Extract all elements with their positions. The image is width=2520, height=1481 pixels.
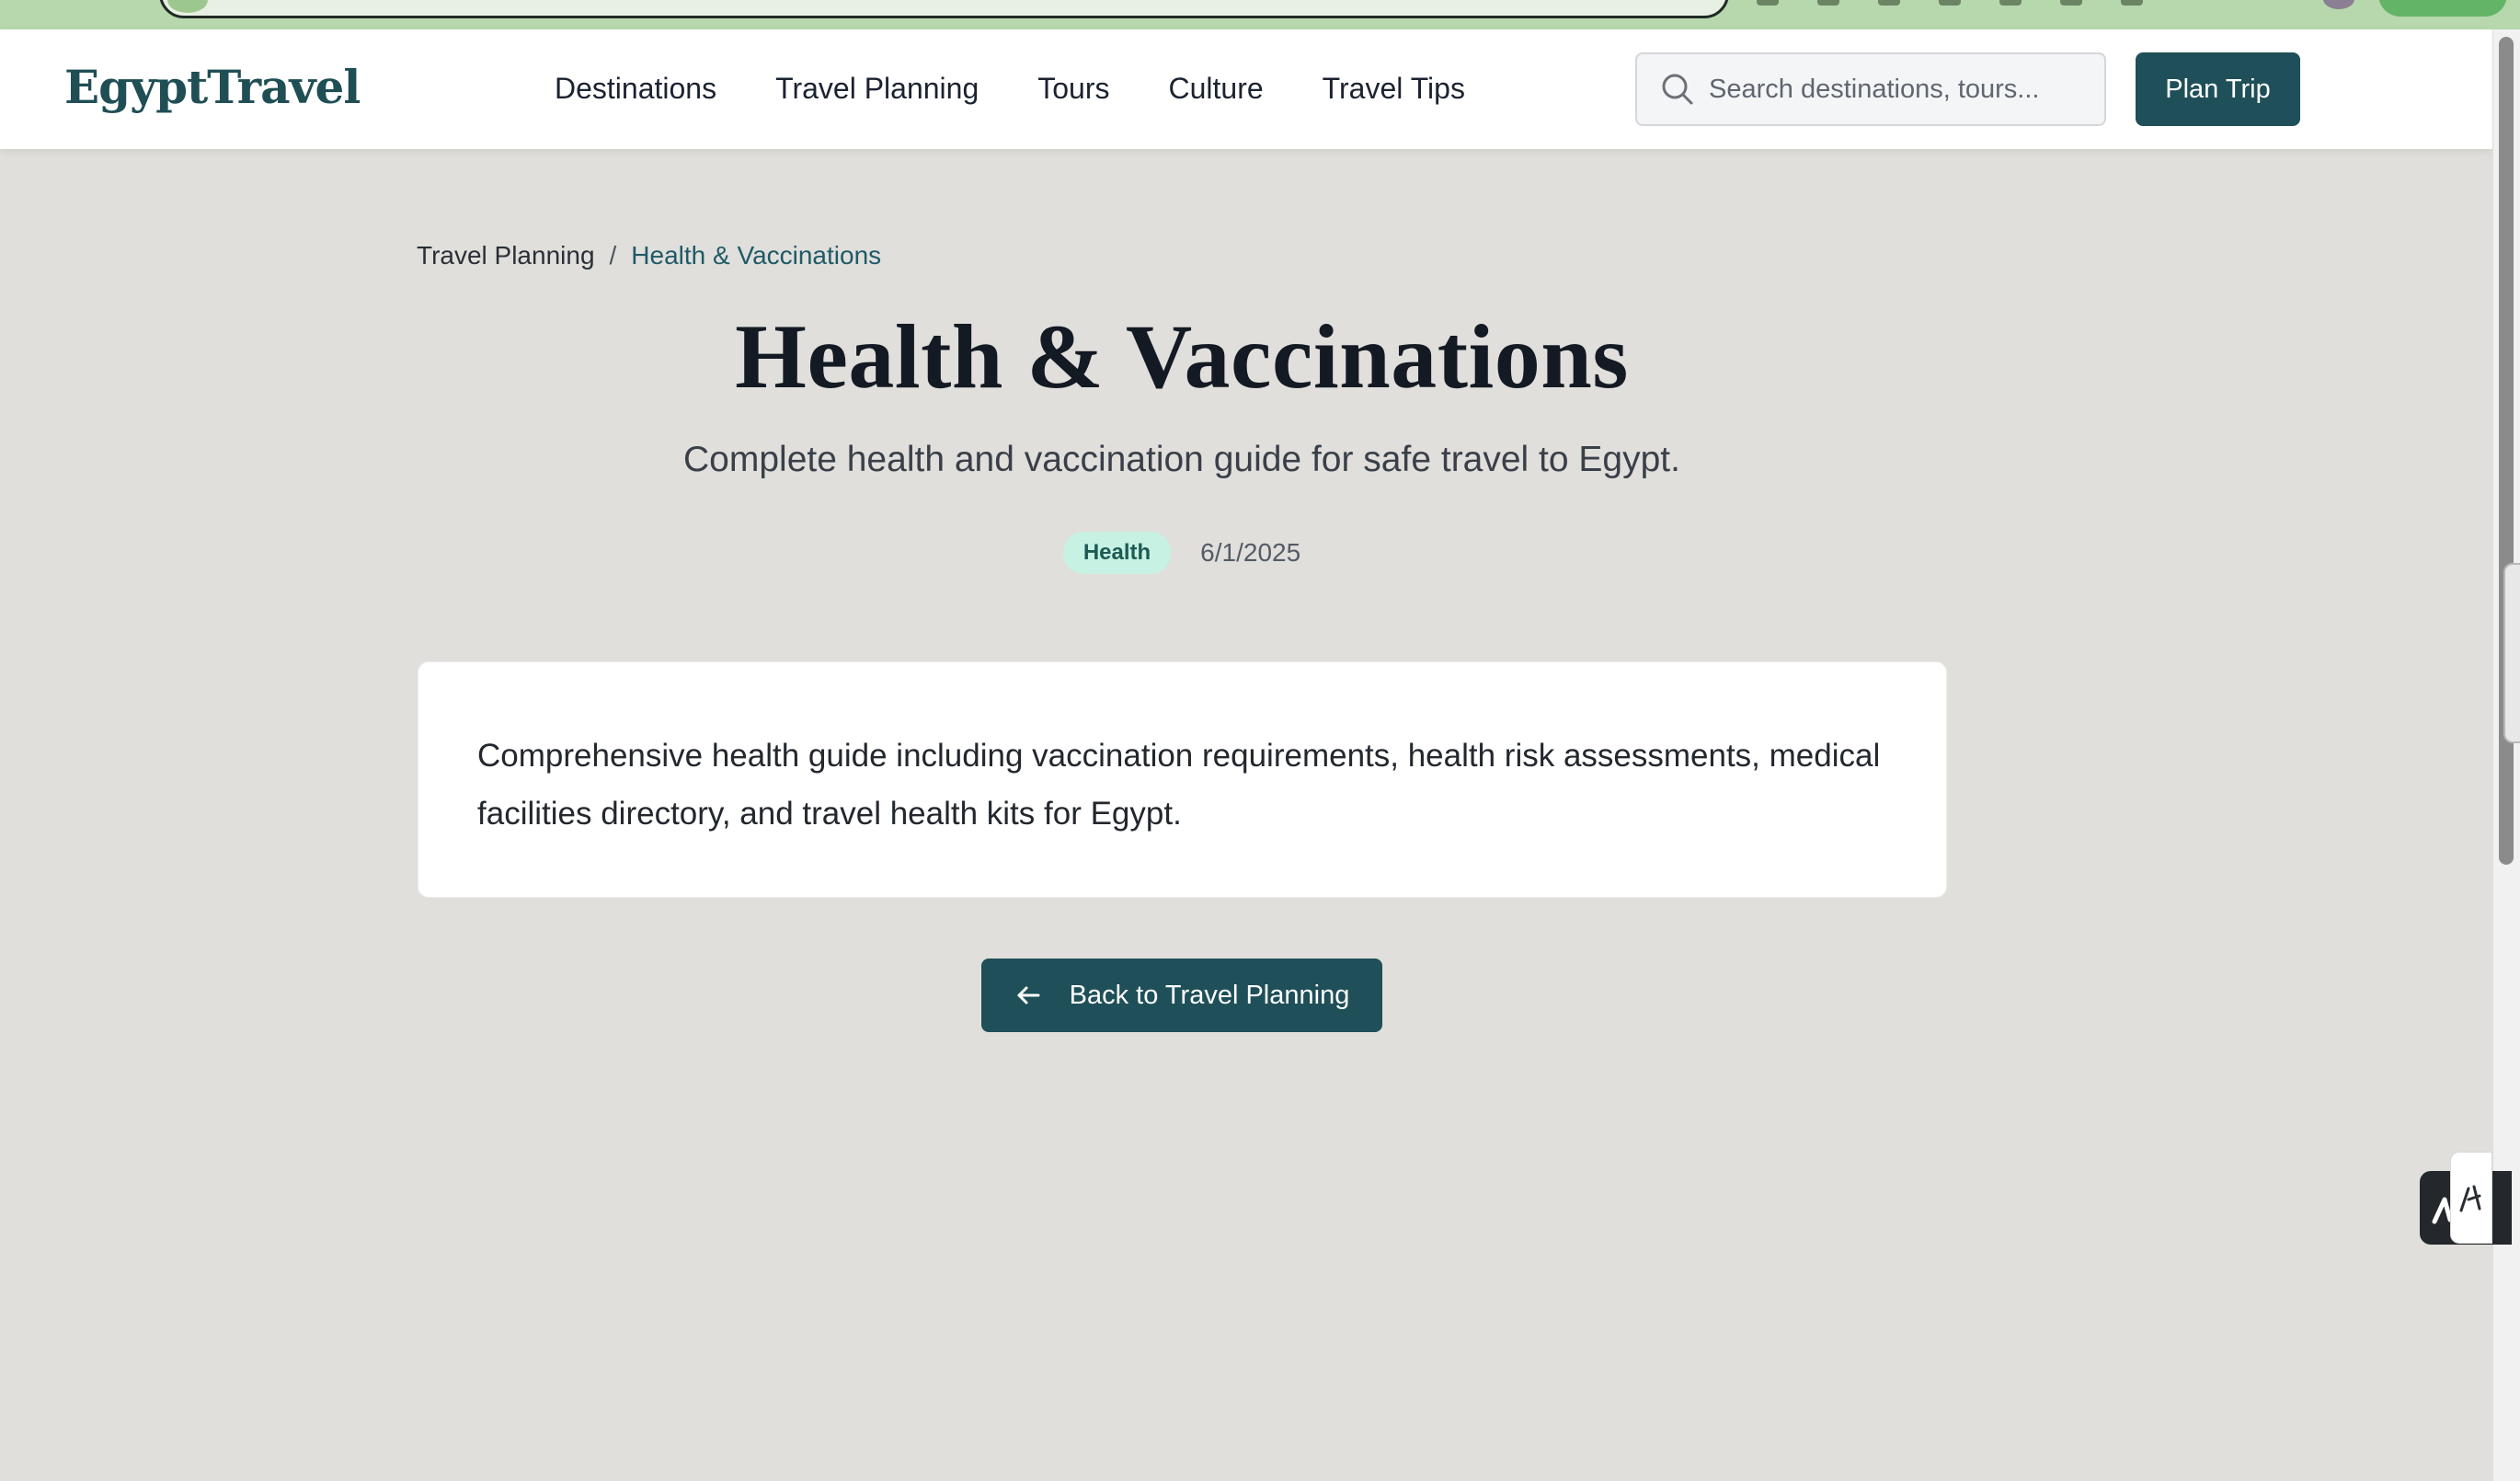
- extension-icon[interactable]: [2060, 0, 2082, 6]
- nav-item-culture[interactable]: Culture: [1169, 72, 1264, 106]
- site-logo[interactable]: EgyptTravel: [64, 60, 361, 114]
- extension-icon[interactable]: [1817, 0, 1839, 6]
- side-panel-handle[interactable]: [2503, 563, 2520, 743]
- publish-date: 6/1/2025: [1200, 538, 1301, 567]
- plan-trip-button[interactable]: Plan Trip: [2136, 52, 2300, 126]
- nav-item-tours[interactable]: Tours: [1037, 72, 1109, 106]
- back-button-label: Back to Travel Planning: [1069, 980, 1350, 1010]
- breadcrumb-separator: /: [609, 241, 617, 270]
- search-input[interactable]: [1709, 74, 2095, 105]
- category-badge: Health: [1062, 532, 1172, 574]
- page-subtitle: Complete health and vaccination guide fo…: [683, 440, 1680, 479]
- arrow-left-icon: [1014, 982, 1042, 1009]
- breadcrumb: Travel Planning / Health & Vaccinations: [417, 241, 881, 270]
- breadcrumb-current: Health & Vaccinations: [631, 241, 882, 270]
- page-scrollbar[interactable]: [2492, 29, 2520, 1481]
- search-box[interactable]: [1635, 52, 2106, 126]
- browser-action-pill[interactable]: [2378, 0, 2507, 17]
- extension-icon[interactable]: [1757, 0, 1779, 6]
- page: EgyptTravel Destinations Travel Planning…: [0, 0, 2520, 1481]
- browser-extension-icons: [1757, 0, 2143, 13]
- widget-tab-icon: [2459, 1185, 2481, 1212]
- extension-icon[interactable]: [1939, 0, 1961, 6]
- content-card: Comprehensive health guide including vac…: [418, 661, 1947, 898]
- nav-item-travel-planning[interactable]: Travel Planning: [775, 72, 979, 106]
- nav-item-destinations[interactable]: Destinations: [555, 72, 716, 106]
- nav-item-travel-tips[interactable]: Travel Tips: [1323, 72, 1465, 106]
- browser-address-bar[interactable]: [159, 0, 1729, 18]
- floating-widget-tab[interactable]: [2450, 1152, 2492, 1244]
- extension-icon[interactable]: [2121, 0, 2143, 6]
- article-meta: Health 6/1/2025: [0, 532, 2364, 574]
- back-to-travel-planning-button[interactable]: Back to Travel Planning: [981, 959, 1382, 1032]
- breadcrumb-travel-planning[interactable]: Travel Planning: [417, 241, 595, 270]
- page-title: Health & Vaccinations: [735, 305, 1629, 408]
- extension-icon[interactable]: [1999, 0, 2022, 6]
- search-icon: [1659, 71, 1696, 108]
- article-body: Comprehensive health guide including vac…: [477, 738, 1881, 832]
- site-header: EgyptTravel Destinations Travel Planning…: [0, 29, 2492, 149]
- extension-icon[interactable]: [1878, 0, 1900, 6]
- main-nav: Destinations Travel Planning Tours Cultu…: [555, 72, 1465, 106]
